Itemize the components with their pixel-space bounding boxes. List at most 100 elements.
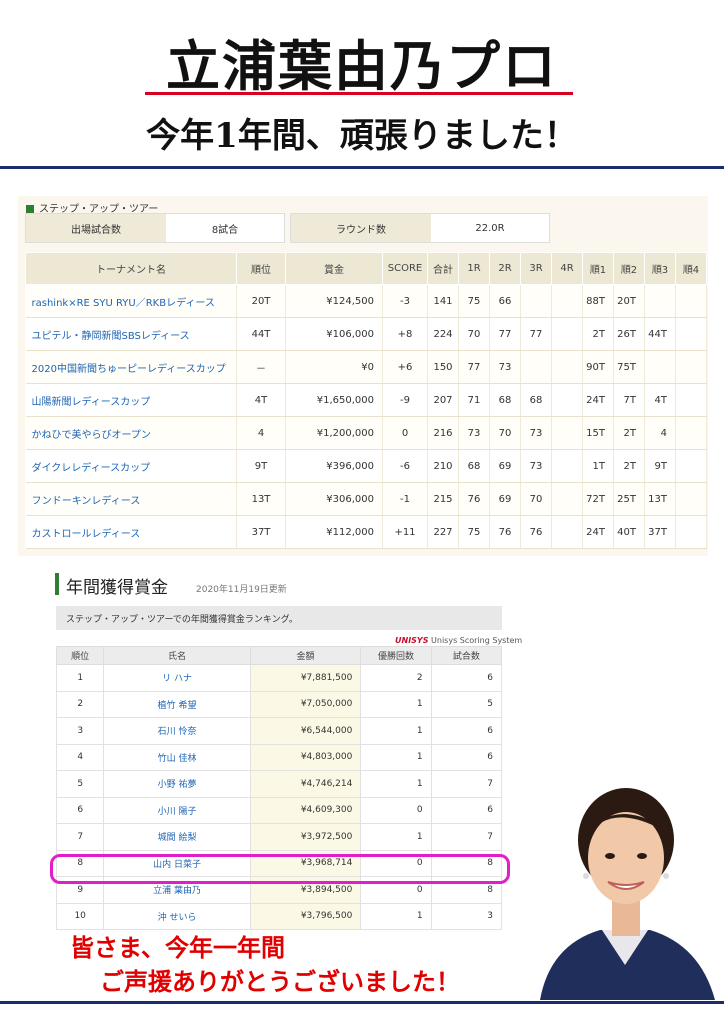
tour-cell [675, 482, 707, 516]
tour-cell: 73 [458, 416, 490, 450]
tour-row: 山陽新聞レディースカップ 4T ¥1,650,000 -9 207 71 68 68 24T 7T… [25, 383, 707, 417]
tour-cell [551, 449, 583, 483]
ranking-cell: 6 [430, 717, 503, 745]
tour-cell [675, 416, 707, 450]
tour-cell: 13T [236, 482, 286, 516]
tour-column-header: SCORE [382, 252, 428, 285]
tour-cell: 207 [427, 383, 459, 417]
player-name-link[interactable]: 小野 祐夢 [103, 770, 251, 798]
ranking-cell: 1 [360, 770, 432, 798]
ranking-row: 5 小野 祐夢 ¥4,746,214 1 7 [55, 770, 503, 798]
player-name-link[interactable]: 城間 絵梨 [103, 823, 251, 851]
ranking-row: 6 小川 陽子 ¥4,609,300 0 6 [55, 796, 503, 824]
highlight-ring [50, 854, 510, 884]
ranking-cell: 1 [360, 717, 432, 745]
player-name-link[interactable]: 石川 怜奈 [103, 717, 251, 745]
tour-cell [520, 284, 552, 318]
tournament-link[interactable]: rashink×RE SYU RYU／RKBレディース [25, 284, 237, 318]
tour-cell [551, 350, 583, 384]
title-underline [145, 92, 573, 95]
ranking-cell: 6 [430, 796, 503, 824]
tour-results-panel: ステップ・アップ・ツアー 出場試合数 8試合 ラウンド数 22.0R トーナメン… [18, 196, 708, 556]
player-name-link[interactable]: 小川 陽子 [103, 796, 251, 824]
ranking-cell: 2 [360, 664, 432, 692]
ranking-column-header: 金額 [249, 646, 362, 665]
summary-rounds: ラウンド数 22.0R [290, 213, 550, 243]
tour-cell: 26T [613, 317, 645, 351]
tour-cell: 77 [520, 317, 552, 351]
tour-column-header: 1R [458, 252, 490, 285]
summary-key: ラウンド数 [291, 214, 431, 242]
tour-cell: 24T [582, 515, 614, 549]
tour-cell [675, 350, 707, 384]
tour-cell: 2T [582, 317, 614, 351]
tour-cell: ¥106,000 [285, 317, 383, 351]
tour-column-header: 合計 [427, 252, 459, 285]
tour-cell: 0 [382, 416, 428, 450]
ranking-column-header: 試合数 [430, 646, 503, 665]
ranking-title: 年間獲得賞金 [66, 578, 168, 598]
tour-cell: 150 [427, 350, 459, 384]
tour-cell: 70 [489, 416, 521, 450]
tour-cell: -1 [382, 482, 428, 516]
tour-cell: 70 [458, 317, 490, 351]
thanks-line2: ご声援ありがとうございました！ [100, 967, 460, 996]
tour-cell: 20T [236, 284, 286, 318]
tour-cell: ¥1,200,000 [285, 416, 383, 450]
ranking-cell: ¥3,796,500 [249, 902, 362, 930]
tour-cell: 224 [427, 317, 459, 351]
tour-cell: 141 [427, 284, 459, 318]
player-name-link[interactable]: 植竹 希望 [103, 690, 251, 718]
tour-cell [551, 482, 583, 516]
player-name-link[interactable]: リ ハナ [103, 664, 251, 692]
thanks-line1: 皆さま、今年一年間 [70, 933, 286, 962]
tour-cell: 75 [458, 284, 490, 318]
page-subtitle: 今年1年間、頑張りました！ [146, 116, 578, 156]
tour-cell: 70 [520, 482, 552, 516]
sponsor-text: Unisys Scoring System [431, 636, 523, 645]
player-name-link[interactable]: 竹山 佳林 [103, 743, 251, 771]
sponsor: UNISYS Unisys Scoring System [395, 636, 522, 645]
ranking-cell: ¥7,881,500 [249, 664, 362, 692]
tour-column-header: 順位 [236, 252, 286, 285]
tour-cell: 68 [520, 383, 552, 417]
ranking-column-header: 優勝回数 [360, 646, 432, 665]
tour-column-header: 順3 [644, 252, 676, 285]
tour-cell [520, 350, 552, 384]
ranking-cell: 4 [55, 743, 105, 771]
tournament-link[interactable]: 2020中国新聞ちゅーピーレディースカップ [25, 350, 237, 384]
tournament-link[interactable]: カストロールレディース [25, 515, 237, 549]
tour-row: カストロールレディース 37T ¥112,000 +11 227 75 76 76 24T 40T… [25, 515, 707, 549]
tournament-link[interactable]: ダイクレレディースカップ [25, 449, 237, 483]
ranking-column-header: 氏名 [103, 646, 251, 665]
ranking-cell: ¥7,050,000 [249, 690, 362, 718]
tour-cell: 2T [613, 416, 645, 450]
tour-cell: 37T [236, 515, 286, 549]
tournament-link[interactable]: フンドーキンレディース [25, 482, 237, 516]
tour-cell: 4 [236, 416, 286, 450]
summary-value: 22.0R [475, 222, 505, 234]
tour-cell: 215 [427, 482, 459, 516]
tour-cell: -3 [382, 284, 428, 318]
ranking-cell: 6 [430, 664, 503, 692]
ranking-cell: ¥4,609,300 [249, 796, 362, 824]
tour-cell: 75 [458, 515, 490, 549]
tournament-link[interactable]: かねひで美やらびオープン [25, 416, 237, 450]
summary-value: 8試合 [211, 224, 239, 236]
ranking-cell: 1 [360, 823, 432, 851]
tour-cell: 76 [489, 515, 521, 549]
tour-cell [551, 383, 583, 417]
tour-cell: 25T [613, 482, 645, 516]
tour-cell [644, 350, 676, 384]
tour-column-header: 3R [520, 252, 552, 285]
tournament-link[interactable]: ユピテル・静岡新聞SBSレディース [25, 317, 237, 351]
player-name-link[interactable]: 沖 せいら [103, 902, 251, 930]
unisys-logo: UNISYS [395, 636, 429, 645]
tour-column-header: 順1 [582, 252, 614, 285]
tournament-link[interactable]: 山陽新聞レディースカップ [25, 383, 237, 417]
tour-cell: 44T [644, 317, 676, 351]
tour-cell: 2T [613, 449, 645, 483]
ranking-row: 3 石川 怜奈 ¥6,544,000 1 6 [55, 717, 503, 745]
section-bar [55, 573, 59, 595]
tour-cell: 90T [582, 350, 614, 384]
